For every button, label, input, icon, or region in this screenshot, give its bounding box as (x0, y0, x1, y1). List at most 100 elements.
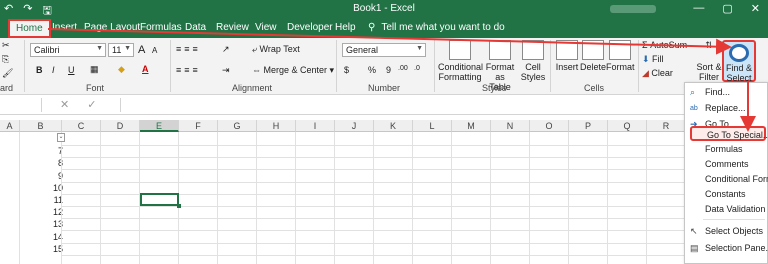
column-header-m[interactable]: M (452, 120, 491, 132)
row-label: 11 (53, 195, 63, 205)
column-header-l[interactable]: L (413, 120, 452, 132)
align-left-icon[interactable]: ≡≡≡ (176, 65, 201, 75)
column-header-n[interactable]: N (491, 120, 530, 132)
comma-button[interactable]: 9 (386, 65, 391, 75)
column-header-p[interactable]: P (569, 120, 608, 132)
font-size-select[interactable]: 11 ▼ (108, 43, 134, 57)
merge-center-button[interactable]: ⇔ Merge & Center ▾ (252, 65, 334, 76)
menu-item-selection-pane[interactable]: ▤ Selection Pane... (685, 241, 768, 256)
menu-item-label: Selection Pane... (705, 243, 768, 253)
menu-item-data-validation[interactable]: Data Validation (685, 202, 768, 217)
format-painter-icon[interactable]: 🖌 (2, 68, 13, 79)
find-select-button[interactable]: Find & Select (722, 40, 756, 83)
tab-insert[interactable]: Insert (52, 22, 77, 33)
confirm-icon[interactable]: ✓ (87, 98, 96, 111)
number-format-select[interactable]: General ▼ (342, 43, 426, 57)
italic-button[interactable]: I (52, 65, 55, 75)
column-header-k[interactable]: K (374, 120, 413, 132)
menu-item-find[interactable]: ⌕ Find... (685, 85, 768, 100)
menu-item-conditional-formatting[interactable]: Conditional Formatt (685, 172, 768, 187)
user-account[interactable] (610, 5, 656, 13)
wrap-text-button[interactable]: ⤶ Wrap Text (252, 44, 300, 55)
decrease-decimal-button[interactable]: .0 (414, 65, 420, 72)
ribbon-home: ✂ ⎘ 🖌 ard Calibri ▼ 11 ▼ A A B I U ▦ ◆ A F… (0, 38, 768, 95)
increase-decimal-button[interactable]: .00 (398, 65, 408, 72)
cursor-icon: ↖ (690, 226, 698, 236)
tab-formulas[interactable]: Formulas (140, 22, 182, 33)
column-header-c[interactable]: C (62, 120, 101, 132)
grow-font-button[interactable]: A (138, 44, 145, 56)
column-header-q[interactable]: Q (608, 120, 647, 132)
group-cells-label: Cells (584, 83, 605, 93)
clear-button[interactable]: ◢ Clear (642, 68, 673, 79)
column-header-r[interactable]: R (647, 120, 686, 132)
font-color-icon[interactable]: A (142, 64, 149, 74)
sort-filter-button[interactable]: ⇅ Sort & Filter (696, 40, 722, 82)
number-format-value: General (346, 45, 379, 55)
conditional-formatting-label-1: Conditional (438, 62, 484, 72)
column-header-a[interactable]: A (0, 120, 20, 132)
insert-cells-button[interactable]: Insert (554, 40, 580, 72)
borders-icon[interactable]: ▦ (90, 64, 99, 75)
column-header-d[interactable]: D (101, 120, 140, 132)
tab-home[interactable]: Home (8, 19, 51, 38)
conditional-formatting-button[interactable]: Conditional Formatting (438, 40, 484, 82)
maximize-icon[interactable]: ▢ (722, 2, 732, 15)
tab-developer[interactable]: Developer (287, 22, 333, 33)
format-cells-button[interactable]: Format (606, 40, 635, 72)
column-header-b[interactable]: B (20, 120, 62, 132)
formula-input[interactable] (120, 98, 768, 112)
cut-icon[interactable]: ✂ (2, 40, 10, 51)
menu-item-constants[interactable]: Constants (685, 187, 768, 202)
minimize-icon[interactable]: — (693, 2, 704, 15)
column-header-f[interactable]: F (179, 120, 218, 132)
column-header-e[interactable]: E (140, 120, 179, 132)
column-gridline (217, 132, 218, 264)
column-header-i[interactable]: I (296, 120, 335, 132)
title-bar: ↶ ↷ 🖫 Book1 - Excel — ▢ ✕ (0, 0, 768, 18)
delete-cells-button[interactable]: Delete (580, 40, 606, 72)
indent-icon[interactable]: ⇥ (222, 65, 230, 76)
column-header-o[interactable]: O (530, 120, 569, 132)
tab-data[interactable]: Data (185, 22, 206, 33)
close-icon[interactable]: ✕ (751, 2, 760, 15)
orientation-icon[interactable]: ↗ (222, 44, 230, 55)
column-header-j[interactable]: J (335, 120, 374, 132)
tab-page-layout[interactable]: Page Layout (84, 22, 140, 33)
replace-icon: ab (690, 105, 698, 112)
active-cell-E11[interactable] (140, 193, 181, 208)
group-number-label: Number (368, 83, 401, 93)
name-box[interactable] (0, 98, 42, 112)
column-header-g[interactable]: G (218, 120, 257, 132)
underline-button[interactable]: U (68, 65, 75, 75)
tab-help[interactable]: Help (335, 22, 356, 33)
cancel-icon[interactable]: ✕ (60, 98, 69, 111)
column-gridline (646, 132, 647, 264)
font-name-select[interactable]: Calibri ▼ (30, 43, 106, 57)
column-header-h[interactable]: H (257, 120, 296, 132)
column-gridline (295, 132, 296, 264)
shrink-font-button[interactable]: A (152, 46, 157, 55)
menu-item-select-objects[interactable]: ↖ Select Objects (685, 224, 768, 239)
search-icon: ⌕ (690, 87, 696, 97)
top-align-icon[interactable]: ≡≡≡ (176, 44, 201, 54)
autosum-button[interactable]: Σ AutoSum (642, 40, 687, 50)
currency-button[interactable]: $ (344, 65, 349, 75)
menu-item-go-to-special[interactable]: Go To Special... (690, 126, 768, 141)
menu-item-formulas[interactable]: Formulas (685, 142, 768, 157)
autofilter-icon[interactable]: ⌄ (57, 133, 65, 142)
menu-item-replace[interactable]: ab Replace... (685, 101, 768, 116)
copy-icon[interactable]: ⎘ (2, 54, 9, 65)
percent-button[interactable]: % (368, 65, 376, 75)
bold-button[interactable]: B (36, 65, 43, 75)
cell-styles-button[interactable]: Cell Styles (520, 40, 546, 82)
fill-button[interactable]: ⬇ Fill (642, 54, 664, 65)
menu-item-label: Formulas (705, 144, 743, 154)
column-gridline (19, 132, 20, 264)
tab-view[interactable]: View (255, 22, 277, 33)
menu-divider (703, 219, 765, 220)
fill-color-icon[interactable]: ◆ (118, 64, 125, 75)
tell-me-search[interactable]: ⚲ Tell me what you want to do (368, 22, 505, 33)
menu-item-comments[interactable]: Comments (685, 157, 768, 172)
tab-review[interactable]: Review (216, 22, 249, 33)
